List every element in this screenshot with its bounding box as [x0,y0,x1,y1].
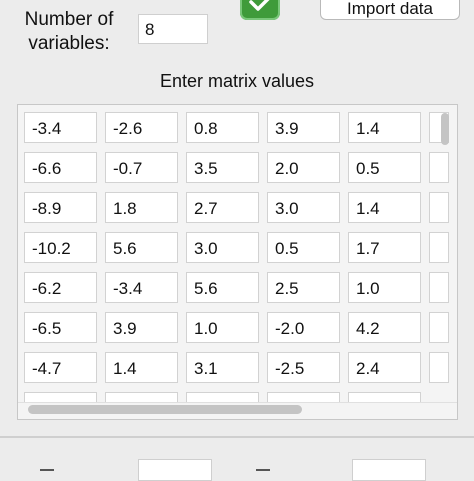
matrix-cell-clipped[interactable] [429,152,449,183]
matrix-cell[interactable]: 0.5 [348,152,421,183]
matrix-cell[interactable]: 0.5 [267,232,340,263]
variables-label-line2: variables: [28,33,110,54]
matrix-cell[interactable]: -2.5 [267,352,340,383]
matrix-cell[interactable]: -4.7 [24,352,97,383]
bottom-dash-left [40,469,54,471]
matrix-cell-clipped[interactable] [429,352,449,383]
matrix-cell[interactable]: -0.7 [105,152,178,183]
matrix-cell[interactable]: 1.4 [348,112,421,143]
matrix-cell[interactable]: 3.0 [267,192,340,223]
matrix-cell[interactable]: -8.9 [24,192,97,223]
matrix-row: -6.5 3.9 1.0 -2.0 4.2 [24,312,449,343]
matrix-cell-clipped[interactable] [429,312,449,343]
matrix-cell[interactable]: -3.4 [24,112,97,143]
matrix-grid: -3.4 -2.6 0.8 3.9 1.4 -6.6 -0.7 3.5 2.0 … [24,112,449,419]
matrix-cell[interactable]: 1.0 [348,272,421,303]
bottom-dash-right [256,469,270,471]
matrix-cell[interactable]: 3.0 [186,232,259,263]
matrix-cell[interactable]: 3.9 [267,112,340,143]
matrix-cell[interactable]: 1.0 [186,312,259,343]
matrix-cell[interactable]: 5.6 [186,272,259,303]
bottom-input-left[interactable] [138,459,212,481]
matrix-cell[interactable]: 2.5 [267,272,340,303]
matrix-cell[interactable]: -2.6 [105,112,178,143]
matrix-cell[interactable]: -3.4 [105,272,178,303]
matrix-cell[interactable]: 2.7 [186,192,259,223]
matrix-row: -10.2 5.6 3.0 0.5 1.7 [24,232,449,263]
matrix-row: -3.4 -2.6 0.8 3.9 1.4 [24,112,449,143]
matrix-panel: -3.4 -2.6 0.8 3.9 1.4 -6.6 -0.7 3.5 2.0 … [17,104,458,420]
matrix-cell[interactable]: 2.0 [267,152,340,183]
matrix-row: -6.6 -0.7 3.5 2.0 0.5 [24,152,449,183]
matrix-cell-clipped[interactable] [429,272,449,303]
matrix-cell[interactable]: 3.9 [105,312,178,343]
variables-label: Number of variables: [14,8,124,56]
matrix-title: Enter matrix values [159,71,315,91]
matrix-row: -6.2 -3.4 5.6 2.5 1.0 [24,272,449,303]
matrix-cell-clipped[interactable] [429,192,449,223]
matrix-cell[interactable]: 1.4 [348,192,421,223]
bottom-input-right[interactable] [352,459,426,481]
matrix-cell[interactable]: 0.8 [186,112,259,143]
matrix-cell-clipped[interactable] [429,232,449,263]
matrix-row: -8.9 1.8 2.7 3.0 1.4 [24,192,449,223]
matrix-cell[interactable]: 3.1 [186,352,259,383]
checkmark-icon [249,0,270,11]
checkmark-toggle[interactable] [240,0,280,20]
matrix-cell[interactable]: 1.7 [348,232,421,263]
matrix-row: -4.7 1.4 3.1 -2.5 2.4 [24,352,449,383]
number-of-variables-input[interactable]: 8 [138,14,208,44]
matrix-cell[interactable]: -6.5 [24,312,97,343]
import-data-button[interactable]: Import data [320,0,460,20]
matrix-cell[interactable]: 2.4 [348,352,421,383]
matrix-cell[interactable]: -2.0 [267,312,340,343]
variables-label-line1: Number of [24,9,114,30]
vertical-scrollbar[interactable] [441,113,449,145]
matrix-cell[interactable]: 5.6 [105,232,178,263]
matrix-cell[interactable]: -6.6 [24,152,97,183]
matrix-cell[interactable]: -6.2 [24,272,97,303]
matrix-cell[interactable]: 1.8 [105,192,178,223]
matrix-cell[interactable]: 1.4 [105,352,178,383]
horizontal-scrollbar[interactable] [28,405,302,414]
matrix-cell[interactable]: -10.2 [24,232,97,263]
matrix-cell[interactable]: 4.2 [348,312,421,343]
section-divider [0,436,474,438]
matrix-cell[interactable]: 3.5 [186,152,259,183]
